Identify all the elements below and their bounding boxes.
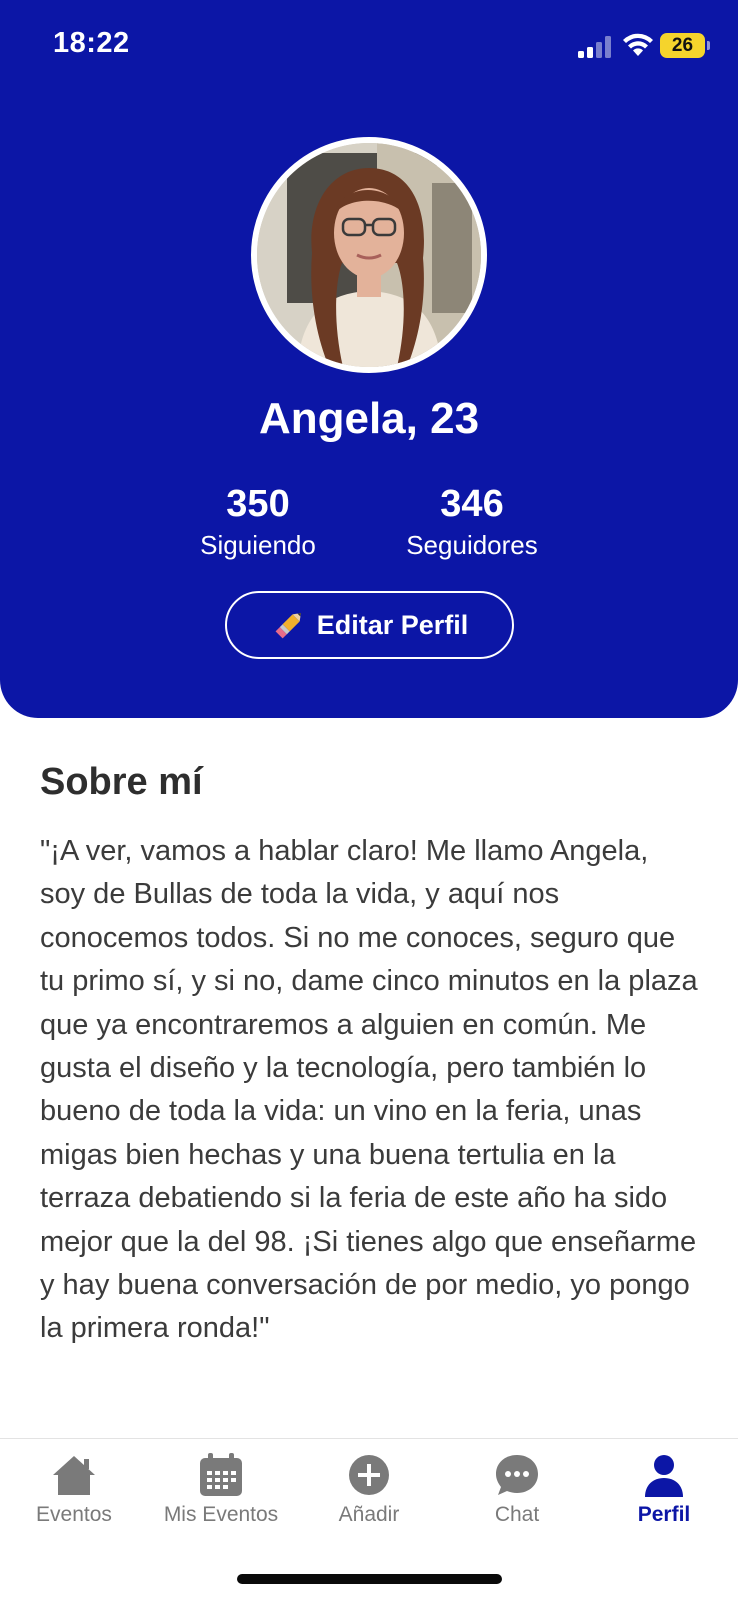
tab-eventos[interactable]: Eventos [0, 1453, 148, 1527]
followers-label: Seguidores [406, 530, 538, 560]
tab-label-chat: Chat [494, 1503, 540, 1526]
profile-header: 18:22 26 Angela, 23 350 Siguiendo 346 Se… [0, 0, 738, 718]
calendar-icon [200, 1453, 242, 1496]
tab-perfil[interactable]: Perfil [590, 1453, 738, 1527]
pencil-icon [275, 612, 301, 639]
plus-circle-icon [349, 1455, 389, 1495]
avatar[interactable] [251, 137, 487, 373]
chat-bubble-icon [496, 1455, 538, 1495]
profile-photo [257, 143, 481, 367]
following-label: Siguiendo [200, 530, 316, 560]
edit-profile-label: Editar Perfil [316, 609, 469, 640]
following-count: 350 [226, 483, 290, 525]
about-title: Sobre mí [40, 761, 203, 803]
cellular-signal-icon [578, 36, 611, 58]
person-icon [645, 1455, 683, 1497]
home-indicator[interactable] [237, 1574, 502, 1584]
tab-label-anadir: Añadir [338, 1503, 400, 1526]
about-text: "¡A ver, vamos a hablar claro! Me llamo … [40, 835, 698, 1345]
tab-mis-eventos[interactable]: Mis Eventos [147, 1453, 295, 1527]
profile-name: Angela, 23 [258, 394, 480, 443]
tab-anadir[interactable]: Añadir [295, 1453, 443, 1527]
home-icon [53, 1456, 95, 1495]
status-bar: 18:22 26 [0, 0, 738, 90]
followers-stat[interactable]: 346 Seguidores [372, 482, 572, 562]
tab-label-eventos: Eventos [36, 1503, 112, 1526]
wifi-icon [623, 33, 653, 56]
tab-chat[interactable]: Chat [443, 1453, 591, 1527]
about-section: Sobre mí "¡A ver, vamos a hablar claro! … [40, 758, 700, 1351]
tab-label-perfil: Perfil [637, 1503, 691, 1526]
tab-label-mis-eventos: Mis Eventos [163, 1503, 279, 1526]
status-time: 18:22 [53, 27, 130, 59]
battery-nub [707, 41, 710, 50]
following-stat[interactable]: 350 Siguiendo [158, 482, 358, 562]
edit-profile-button[interactable]: Editar Perfil [225, 591, 514, 659]
followers-count: 346 [440, 483, 504, 525]
battery-icon: 26 [660, 33, 705, 58]
